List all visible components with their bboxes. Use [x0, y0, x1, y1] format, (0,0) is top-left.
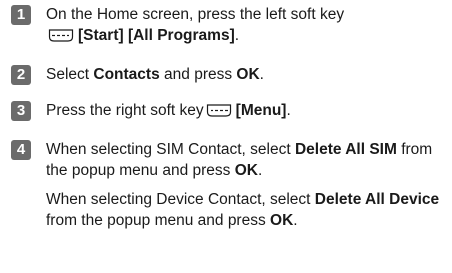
- start-all-programs-label: [Start] [All Programs]: [78, 27, 235, 44]
- step-number-badge: 1: [11, 5, 31, 25]
- step-2-text: Select: [46, 66, 94, 83]
- step-2-end: .: [259, 66, 264, 83]
- step-1: 1 On the Home screen, press the left sof…: [8, 4, 448, 49]
- contacts-label: Contacts: [93, 66, 160, 83]
- ok-label: OK: [270, 212, 294, 229]
- step-4-paragraph-sim: When selecting SIM Contact, select Delet…: [46, 139, 448, 181]
- step-1-end: .: [234, 27, 240, 44]
- left-soft-key-icon: [48, 27, 74, 49]
- step-2-text-mid: and press: [159, 66, 237, 83]
- step-3-end: .: [286, 102, 291, 119]
- step-4-sim-text: When selecting SIM Contact, select: [46, 141, 295, 158]
- ok-label: OK: [236, 66, 260, 83]
- step-4-device-text: When selecting Device Contact, select: [46, 191, 315, 208]
- step-3: 3 Press the right soft key [Menu].: [8, 100, 448, 124]
- step-2: 2 Select Contacts and press OK.: [8, 64, 448, 85]
- instruction-steps: 1 On the Home screen, press the left sof…: [8, 4, 448, 231]
- step-number-badge: 2: [11, 65, 31, 85]
- step-4-device-end: .: [293, 212, 298, 229]
- ok-label: OK: [234, 162, 258, 179]
- step-1-text: On the Home screen, press the left soft …: [46, 6, 345, 23]
- step-number-badge: 3: [11, 101, 31, 121]
- step-4-device-text-mid: from the popup menu and press: [46, 212, 271, 229]
- right-soft-key-icon: [206, 102, 232, 124]
- step-4-paragraph-device: When selecting Device Contact, select De…: [46, 189, 448, 231]
- delete-all-sim-label: Delete All SIM: [294, 141, 397, 158]
- step-3-text: Press the right soft key: [46, 102, 204, 119]
- step-4: 4 When selecting SIM Contact, select Del…: [8, 139, 448, 231]
- step-4-sim-end: .: [257, 162, 263, 179]
- delete-all-device-label: Delete All Device: [314, 191, 440, 208]
- step-number-badge: 4: [11, 140, 31, 160]
- menu-label: [Menu]: [235, 102, 287, 119]
